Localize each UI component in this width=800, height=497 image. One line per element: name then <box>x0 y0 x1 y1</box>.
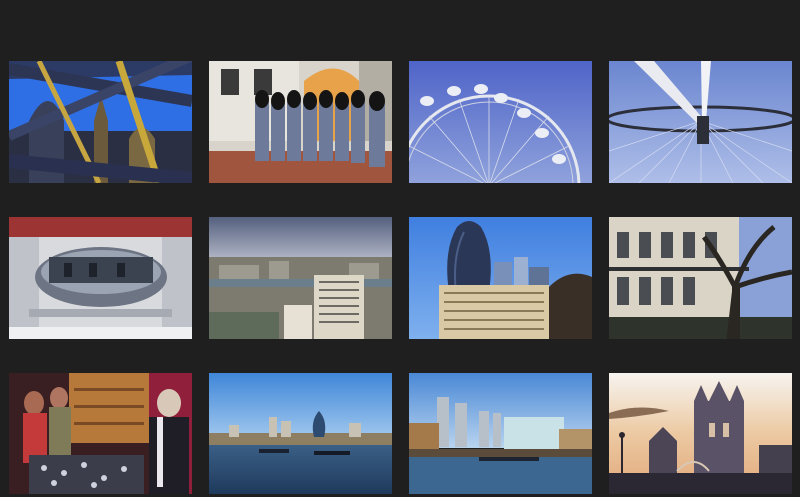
terraced-houses-photo <box>609 217 792 339</box>
london-eye-wheel-photo <box>409 61 592 183</box>
thumbnail-london-eye-wheel[interactable] <box>409 61 592 183</box>
thumbnail-london-eye-capsule[interactable] <box>9 217 192 339</box>
thumbnail-royal-guards[interactable] <box>209 61 392 183</box>
royal-guards-photo <box>209 61 392 183</box>
thumbnail-thames-skyline[interactable] <box>209 373 392 494</box>
thumbnail-gherkin-tower[interactable] <box>409 217 592 339</box>
tower-bridge-sunset-photo <box>609 373 792 494</box>
thumbnail-tower-bridge-sunset[interactable] <box>609 373 792 494</box>
photo-gallery <box>0 0 800 497</box>
thames-skyline-photo <box>209 373 392 494</box>
thumbnail-terraced-houses[interactable] <box>609 217 792 339</box>
london-eye-capsule-photo <box>9 217 192 339</box>
london-eye-spokes-photo <box>609 61 792 183</box>
thumbnail-tower-bridge-steelwork[interactable] <box>9 61 192 183</box>
thumbnail-london-eye-spokes[interactable] <box>609 61 792 183</box>
canary-wharf-riverside-photo <box>409 373 592 494</box>
market-stall-photo <box>9 373 192 494</box>
thumbnail-market-stall[interactable] <box>9 373 192 494</box>
thumbnail-canary-wharf-riverside[interactable] <box>409 373 592 494</box>
gherkin-tower-photo <box>409 217 592 339</box>
thumbnail-city-skyline-aerial[interactable] <box>209 217 392 339</box>
city-skyline-aerial-photo <box>209 217 392 339</box>
tower-bridge-steelwork-photo <box>9 61 192 183</box>
